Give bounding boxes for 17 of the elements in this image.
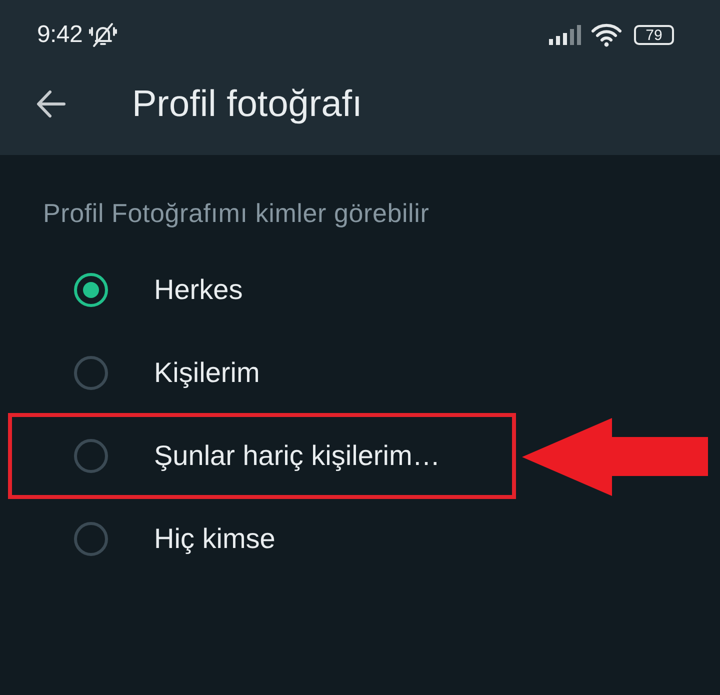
radio-button[interactable] xyxy=(74,522,108,556)
radio-button[interactable] xyxy=(74,438,108,472)
section-label: Profil Fotoğrafımı kimler görebilir xyxy=(43,198,430,228)
option-label[interactable]: Kişilerim xyxy=(154,356,260,388)
status-time: 9:42 xyxy=(37,21,83,49)
radio-button[interactable] xyxy=(74,356,108,390)
option-label[interactable]: Hiç kimse xyxy=(154,522,276,554)
muted-bell-icon xyxy=(88,22,117,48)
signal-icon xyxy=(549,25,581,45)
option-label[interactable]: Herkes xyxy=(154,274,243,306)
radio-button[interactable] xyxy=(74,272,108,306)
battery-percent: 79 xyxy=(646,28,662,42)
screen-title: Profil fotoğrafı xyxy=(132,82,362,124)
wifi-icon xyxy=(591,23,622,47)
option-label[interactable]: Şunlar hariç kişilerim… xyxy=(154,440,440,472)
back-button[interactable] xyxy=(36,90,66,118)
back-arrow-icon xyxy=(36,90,66,118)
